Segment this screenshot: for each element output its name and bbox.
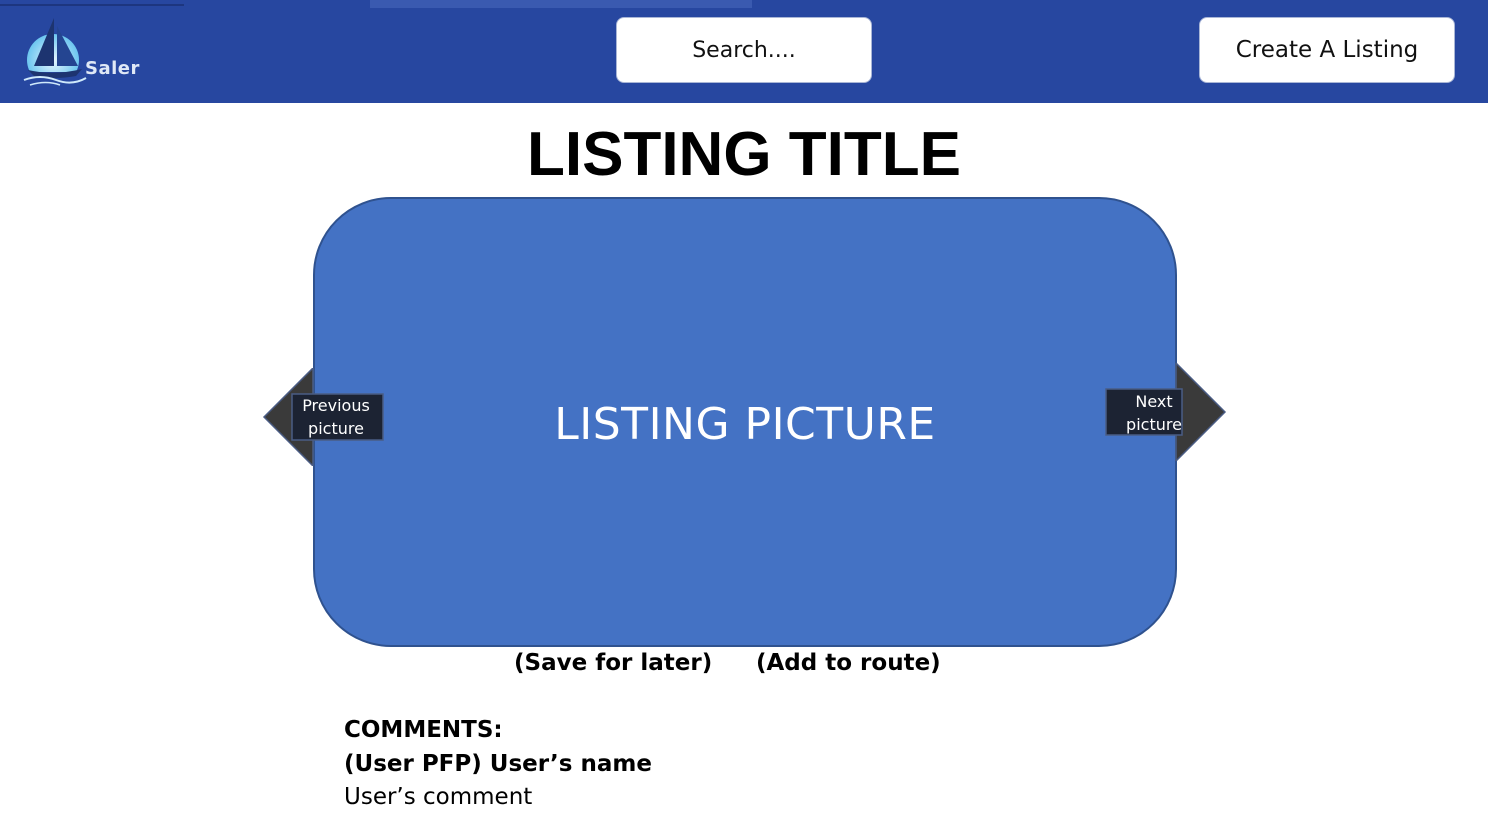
- next-label-line1: Next: [1135, 392, 1173, 411]
- add-to-route-link[interactable]: (Add to route): [756, 648, 941, 678]
- previous-label-line2: picture: [308, 419, 364, 438]
- previous-picture-button[interactable]: Previous picture: [292, 394, 380, 440]
- comment-author[interactable]: (User PFP) User’s name: [344, 749, 652, 779]
- comment-body: User’s comment: [344, 784, 533, 810]
- logo-wordmark: Saler: [85, 58, 140, 79]
- next-label-line2: picture: [1126, 415, 1182, 434]
- listing-picture-label: LISTING PICTURE: [554, 398, 936, 450]
- header-highlight-bar: [370, 0, 752, 8]
- header-divider-line: [0, 4, 184, 6]
- listing-page: Saler Search.... Create A Listing LISTIN…: [0, 0, 1488, 833]
- next-picture-button[interactable]: Next picture: [1110, 390, 1198, 436]
- previous-label-line1: Previous: [302, 396, 370, 415]
- save-for-later-link[interactable]: (Save for later): [514, 648, 712, 678]
- comments-heading: COMMENTS:: [344, 717, 503, 743]
- top-header: Saler Search.... Create A Listing: [0, 0, 1488, 103]
- search-button[interactable]: Search....: [616, 17, 872, 83]
- listing-picture[interactable]: LISTING PICTURE: [313, 197, 1177, 647]
- listing-title: LISTING TITLE: [527, 120, 961, 189]
- create-listing-button[interactable]: Create A Listing: [1199, 17, 1455, 83]
